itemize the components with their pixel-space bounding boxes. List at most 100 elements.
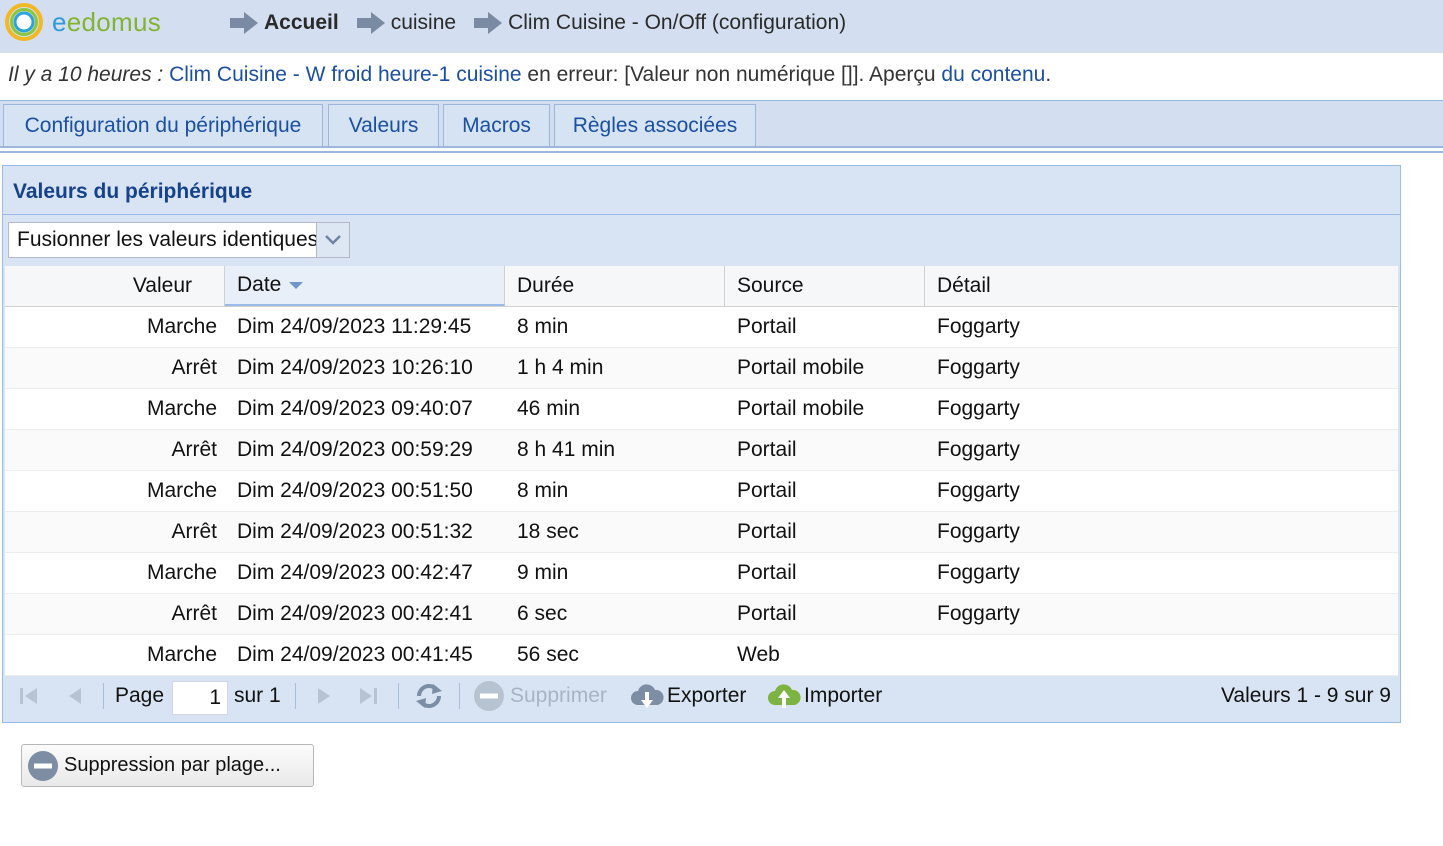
cell-detail: Foggarty — [937, 397, 1020, 420]
cell-date: Dim 24/09/2023 00:42:41 — [237, 602, 473, 625]
cell-valeur: Marche — [146, 479, 217, 502]
table-row[interactable]: Marche Dim 24/09/2023 09:40:07 46 min Porta… — [5, 389, 1398, 430]
cell-duree: 8 min — [517, 479, 569, 502]
cloud-upload-icon — [768, 683, 801, 708]
breadcrumb-home[interactable]: Accueil — [230, 11, 339, 35]
cell-duree: 8 h 41 min — [517, 438, 616, 461]
error-message: Il y a 10 heures : Clim Cuisine - W froi… — [8, 63, 1052, 86]
cell-detail: Foggarty — [937, 356, 1020, 379]
tab-configuration[interactable]: Configuration du périphérique — [3, 104, 323, 146]
eedomus-logo[interactable]: eedomus — [4, 2, 161, 42]
cell-duree: 6 sec — [517, 602, 568, 625]
cell-valeur: Arrêt — [171, 602, 217, 625]
page-label: Page — [115, 683, 165, 707]
minus-circle-icon — [474, 680, 504, 711]
delete-button[interactable]: Supprimer — [472, 669, 607, 722]
cell-source: Portail — [737, 520, 797, 543]
table-row[interactable]: Arrêt Dim 24/09/2023 00:59:29 8 h 41 min Po… — [5, 430, 1398, 471]
range-delete-button[interactable]: Suppression par plage... — [21, 744, 314, 787]
panel-divider — [3, 214, 1400, 215]
cell-source: Portail — [737, 315, 797, 338]
table-row[interactable]: Marche Dim 24/09/2023 11:29:45 8 min Portai… — [5, 307, 1398, 348]
table-row[interactable]: Marche Dim 24/09/2023 00:51:50 8 min Portai… — [5, 471, 1398, 512]
last-page-icon[interactable] — [356, 669, 380, 722]
cell-valeur: Marche — [146, 315, 217, 338]
content-preview-link[interactable]: du contenu — [941, 63, 1045, 86]
merge-mode-select[interactable]: Fusionner les valeurs identiques — [8, 222, 350, 258]
toolbar-separator — [103, 683, 104, 709]
table-row[interactable]: Arrêt Dim 24/09/2023 10:26:10 1 h 4 min Por… — [5, 348, 1398, 389]
page-total: sur 1 — [234, 683, 281, 707]
breadcrumb: Accueil cuisine Clim Cuisine - On/Off (c… — [230, 11, 864, 35]
cell-detail: Foggarty — [937, 438, 1020, 461]
cell-duree: 9 min — [517, 561, 569, 584]
column-header-detail[interactable]: Détail — [925, 266, 1398, 306]
chevron-down-icon[interactable] — [316, 223, 349, 257]
cell-source: Portail — [737, 561, 797, 584]
tab-valeurs[interactable]: Valeurs — [328, 104, 439, 146]
toolbar-separator — [459, 683, 460, 709]
table-row[interactable]: Arrêt Dim 24/09/2023 00:42:41 6 sec Portail… — [5, 594, 1398, 635]
arrow-right-icon — [230, 12, 258, 34]
values-panel: Valeurs du périphérique Fusionner les va… — [2, 165, 1401, 723]
cell-duree: 8 min — [517, 315, 569, 338]
arrow-right-icon — [356, 12, 385, 34]
grid-body: Marche Dim 24/09/2023 11:29:45 8 min Portai… — [5, 307, 1398, 676]
values-grid: Valeur Date Durée Source Détail Marche Di… — [5, 266, 1398, 676]
pager-info: Valeurs 1 - 9 sur 9 — [1220, 683, 1391, 707]
column-header-source[interactable]: Source — [725, 266, 925, 306]
table-row[interactable]: Arrêt Dim 24/09/2023 00:51:32 18 sec Portai… — [5, 512, 1398, 553]
cell-valeur: Arrêt — [171, 520, 217, 543]
header-bar: eedomus Accueil cuisine Clim Cuisine - O… — [0, 0, 1443, 53]
pager-toolbar: Page 1 sur 1 Supprimer Exporter Importer… — [3, 669, 1400, 722]
cell-source: Portail — [737, 479, 797, 502]
cell-duree: 18 sec — [517, 520, 579, 543]
cell-source: Portail mobile — [737, 356, 865, 379]
import-button[interactable]: Importer — [766, 669, 882, 722]
cell-date: Dim 24/09/2023 11:29:45 — [237, 315, 472, 338]
logo-ring-icon — [5, 3, 43, 41]
cell-duree: 46 min — [517, 397, 581, 420]
grid-header: Valeur Date Durée Source Détail — [5, 266, 1398, 307]
cell-date: Dim 24/09/2023 00:51:50 — [237, 479, 473, 502]
cell-date: Dim 24/09/2023 00:59:29 — [237, 438, 473, 461]
sort-desc-icon — [289, 281, 304, 289]
cell-date: Dim 24/09/2023 00:42:47 — [237, 561, 473, 584]
cell-duree: 1 h 4 min — [517, 356, 604, 379]
column-header-date[interactable]: Date — [225, 266, 505, 306]
tab-regles[interactable]: Règles associées — [554, 104, 756, 146]
cell-detail: Foggarty — [937, 479, 1020, 502]
error-device-link[interactable]: Clim Cuisine - W froid heure-1 cuisine — [169, 63, 521, 86]
minus-circle-icon — [28, 750, 58, 781]
cell-date: Dim 24/09/2023 00:51:32 — [237, 520, 473, 543]
column-header-duree[interactable]: Durée — [505, 266, 725, 306]
cell-valeur: Arrêt — [171, 356, 217, 379]
panel-title: Valeurs du périphérique — [13, 180, 253, 203]
cell-detail: Foggarty — [937, 315, 1020, 338]
cell-valeur: Marche — [146, 397, 217, 420]
breadcrumb-device[interactable]: Clim Cuisine - On/Off (configuration) — [474, 11, 846, 35]
tab-underline-secondary — [0, 151, 1443, 153]
cloud-download-icon — [631, 683, 664, 708]
next-page-icon[interactable] — [312, 669, 336, 722]
cell-valeur: Arrêt — [171, 438, 217, 461]
column-header-valeur[interactable]: Valeur — [5, 266, 225, 306]
cell-source: Portail mobile — [737, 397, 865, 420]
cell-detail: Foggarty — [937, 561, 1020, 584]
first-page-icon[interactable] — [17, 669, 41, 722]
refresh-icon[interactable] — [413, 669, 445, 722]
cell-date: Dim 24/09/2023 10:26:10 — [237, 356, 473, 379]
page-number-input[interactable]: 1 — [172, 681, 228, 715]
cell-detail: Foggarty — [937, 520, 1020, 543]
cell-source: Portail — [737, 438, 797, 461]
arrow-right-icon — [474, 12, 503, 34]
breadcrumb-room[interactable]: cuisine — [356, 11, 456, 35]
export-button[interactable]: Exporter — [629, 669, 746, 722]
table-row[interactable]: Marche Dim 24/09/2023 00:42:47 9 min Portai… — [5, 553, 1398, 594]
prev-page-icon[interactable] — [63, 669, 87, 722]
tab-macros[interactable]: Macros — [443, 104, 550, 146]
cell-detail: Foggarty — [937, 602, 1020, 625]
tab-underline — [0, 146, 1443, 148]
cell-date: Dim 24/09/2023 09:40:07 — [237, 397, 473, 420]
toolbar-separator — [295, 683, 296, 709]
